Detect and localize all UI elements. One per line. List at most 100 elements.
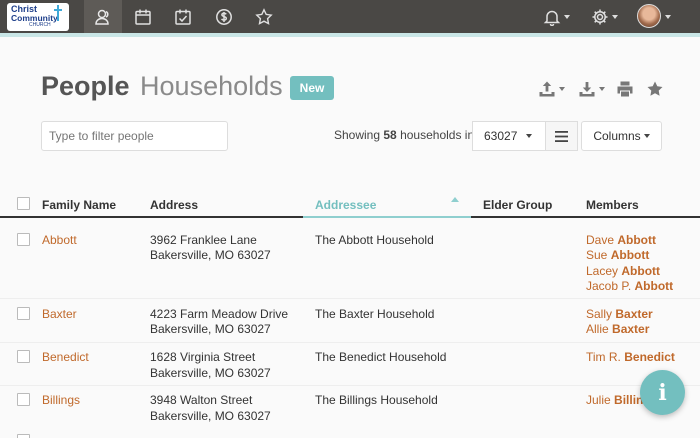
member-last-name: Abbott [621, 264, 661, 278]
chevron-down-icon [611, 14, 618, 19]
columns-label: Columns [593, 129, 641, 143]
nav-checklist[interactable] [164, 0, 202, 33]
result-summary: Showing 58 households in [334, 128, 474, 142]
column-header-address[interactable]: Address [150, 198, 198, 212]
addressee: The Billings Household [315, 393, 438, 407]
member-last-name: Abbott [617, 233, 657, 247]
address-line-1: 1628 Virginia Street [150, 350, 256, 364]
upload-icon [539, 81, 555, 97]
cross-icon [54, 5, 62, 21]
member-link[interactable]: Sue Abbott [586, 248, 649, 263]
new-button[interactable]: New [290, 76, 334, 100]
member-link[interactable]: Lacey Abbott [586, 264, 660, 279]
nav-favorites[interactable] [245, 0, 283, 33]
address-line-1: 3948 Walton Street [150, 393, 253, 407]
member-last-name: Baxter [612, 322, 650, 336]
summary-prefix: Showing [334, 128, 381, 142]
member-first-name: Sally [586, 307, 613, 321]
zip-select[interactable]: 63027 [472, 121, 546, 151]
addressee: The Baxter Household [315, 307, 435, 321]
download-icon [579, 82, 595, 97]
address-line-2: Bakersville, MO 63027 [150, 248, 271, 262]
column-header-elder-group[interactable]: Elder Group [483, 198, 552, 212]
member-link[interactable]: Tim R. Benedict [586, 350, 675, 365]
upload-menu[interactable] [538, 79, 565, 99]
list-icon [555, 130, 568, 142]
family-name-link[interactable]: Baxter [42, 307, 77, 322]
member-first-name: Allie [586, 322, 609, 336]
top-navigation-bar: Christ Community CHURCH [0, 0, 700, 37]
nav-calendar[interactable] [124, 0, 162, 33]
filter-people-input[interactable] [41, 121, 228, 151]
sorted-column-indicator [303, 216, 471, 218]
nav-giving[interactable] [205, 0, 243, 33]
help-info-button[interactable]: i [640, 370, 685, 415]
member-last-name: Benedict [624, 350, 675, 364]
member-first-name: Jacob P. [586, 279, 632, 293]
address-line-2: Bakersville, MO 63027 [150, 409, 271, 423]
row-checkbox[interactable] [17, 350, 30, 363]
checklist-icon [175, 9, 191, 25]
column-header-members[interactable]: Members [586, 198, 639, 212]
addressee: The Benedict Household [315, 350, 447, 364]
sort-ascending-icon [451, 197, 459, 202]
column-header-addressee[interactable]: Addressee [315, 198, 376, 212]
notifications-menu[interactable] [536, 0, 576, 33]
topbar-accent-strip [0, 33, 700, 37]
member-last-name: Baxter [615, 307, 653, 321]
avatar[interactable] [637, 4, 661, 28]
print-button[interactable] [616, 79, 634, 99]
chevron-down-icon [563, 14, 570, 19]
member-first-name: Sue [586, 248, 608, 262]
zip-select-value: 63027 [484, 129, 518, 143]
calendar-icon [135, 9, 151, 25]
nav-people[interactable] [84, 0, 122, 37]
member-link[interactable]: Jacob P. Abbott [586, 279, 673, 294]
row-checkbox[interactable] [17, 233, 30, 246]
chevron-down-icon [643, 134, 650, 138]
chevron-down-icon [599, 87, 605, 91]
star-icon [255, 7, 273, 25]
row-divider [0, 385, 700, 386]
gear-icon [592, 9, 607, 24]
summary-suffix: households in [400, 128, 475, 142]
row-checkbox[interactable] [17, 393, 30, 406]
household-count: 58 [383, 128, 397, 142]
church-logo[interactable]: Christ Community CHURCH [7, 3, 69, 31]
member-first-name: Julie [586, 393, 611, 407]
member-first-name: Dave [586, 233, 615, 247]
star-icon [647, 81, 663, 96]
chevron-down-icon [526, 134, 533, 138]
favorite-button[interactable] [646, 79, 664, 99]
address-line-1: 4223 Farm Meadow Drive [150, 307, 289, 321]
download-menu[interactable] [578, 79, 605, 99]
row-checkbox[interactable] [17, 307, 30, 320]
family-name-link[interactable]: Billings [42, 393, 80, 408]
address-line-2: Bakersville, MO 63027 [150, 366, 271, 380]
member-link[interactable]: Sally Baxter [586, 307, 653, 322]
member-link[interactable]: Dave Abbott [586, 233, 656, 248]
info-icon: i [658, 379, 667, 406]
columns-menu-button[interactable]: Columns [581, 121, 662, 151]
member-link[interactable]: Allie Baxter [586, 322, 649, 337]
member-first-name: Lacey [586, 264, 619, 278]
family-name-link[interactable]: Benedict [42, 350, 89, 365]
member-first-name: Tim R. [586, 350, 621, 364]
row-divider [0, 298, 700, 299]
giving-icon [216, 8, 232, 25]
page-title: People Households [41, 71, 302, 102]
logo-line-3: CHURCH [29, 21, 51, 28]
view-switcher[interactable]: Households [140, 71, 283, 101]
chevron-down-icon[interactable] [665, 15, 671, 19]
select-all-checkbox[interactable] [17, 197, 30, 210]
row-checkbox[interactable] [17, 434, 30, 438]
printer-icon [617, 81, 633, 97]
addressee: The Abbott Household [315, 233, 434, 247]
member-last-name: Abbott [634, 279, 674, 293]
list-options-button[interactable] [545, 121, 578, 151]
column-header-family-name[interactable]: Family Name [42, 198, 116, 212]
address-line-2: Bakersville, MO 63027 [150, 322, 271, 336]
settings-menu[interactable] [584, 0, 624, 33]
family-name-link[interactable]: Abbott [42, 233, 77, 248]
address-line-1: 3962 Franklee Lane [150, 233, 257, 247]
